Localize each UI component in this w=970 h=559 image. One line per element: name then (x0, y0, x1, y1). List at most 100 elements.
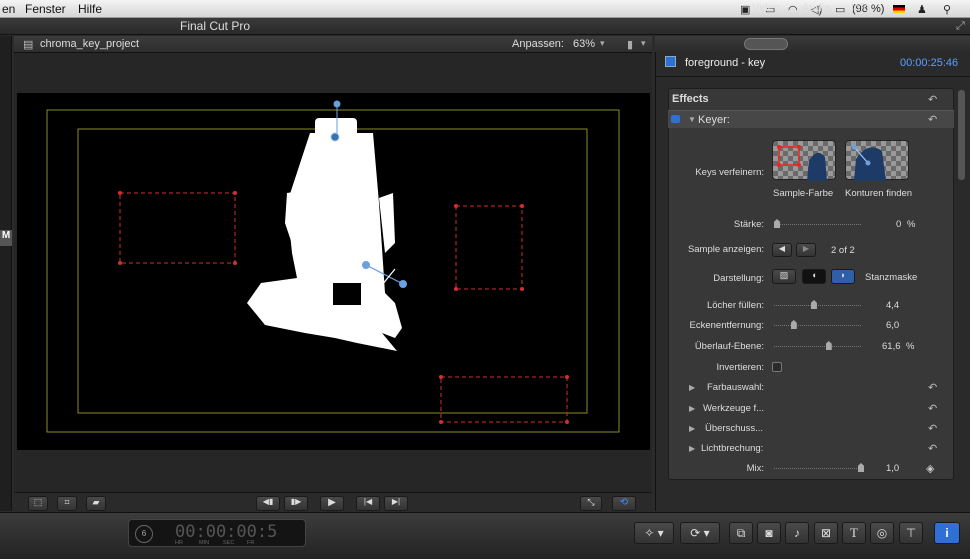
spill-level-unit: % (906, 341, 915, 352)
retime-button[interactable]: ⟳ ▾ (680, 522, 720, 544)
color-selection-group[interactable]: Farbauswahl: (707, 382, 764, 393)
menu-item-help[interactable]: Hilfe (78, 2, 102, 16)
titles-button[interactable]: T (842, 522, 866, 544)
spill-level-label: Überlauf-Ebene: (694, 341, 764, 352)
menu-item-edit[interactable]: en (2, 2, 15, 16)
user-icon[interactable]: ♟ (917, 3, 927, 16)
mix-slider[interactable] (774, 468, 861, 472)
zoom-value[interactable]: 63% (573, 38, 595, 50)
display-original-button[interactable]: ◗ (831, 269, 855, 284)
go-to-end-button[interactable]: ▶| (384, 496, 408, 511)
view-options-icon[interactable]: ▾ (641, 38, 646, 49)
photos-button[interactable]: ◙ (757, 522, 781, 544)
transitions-button[interactable]: ⊠ (814, 522, 838, 544)
tab-info[interactable]: Info (851, 2, 869, 14)
clip-name: foreground - key (685, 57, 766, 69)
screen-icon[interactable]: ▣ (740, 3, 750, 16)
tab-video[interactable]: Video (752, 2, 780, 14)
keyframe-icon[interactable]: ◈ (926, 462, 934, 475)
enhancements-button[interactable]: ✧ ▾ (634, 522, 674, 544)
light-wrap-reset-icon[interactable]: ↶ (928, 442, 937, 455)
edge-handle-end (399, 280, 407, 288)
fullscreen-icon[interactable]: ⤢ (956, 20, 965, 33)
expand-triangle-icon[interactable]: ▶ (689, 383, 695, 392)
mix-value[interactable]: 1,0 (886, 463, 899, 474)
tools-reset-icon[interactable]: ↶ (928, 402, 937, 415)
strength-slider[interactable] (774, 224, 861, 228)
browser-panel (0, 36, 12, 511)
keyer-name: Keyer: (698, 114, 730, 126)
find-edges-label: Konturen finden (845, 188, 913, 199)
loop-button[interactable]: ⟲ (612, 496, 636, 511)
sample-count: 2 of 2 (831, 245, 855, 256)
flag-icon[interactable] (893, 5, 905, 13)
spill-level-slider[interactable] (774, 346, 861, 350)
zoom-label: Anpassen: (512, 38, 564, 50)
dashboard-timecode[interactable]: 6 00:00:00:5 HR MIN SEC FR (128, 519, 306, 547)
find-edges-button[interactable] (845, 140, 909, 181)
go-to-start-button[interactable]: |◀ (356, 496, 380, 511)
jog-forward-button[interactable]: ▮▶ (284, 496, 308, 511)
marker-badge[interactable]: M (0, 230, 12, 246)
edge-distance-label: Eckenentfernung: (689, 320, 764, 331)
strength-value[interactable]: 0 (896, 219, 901, 230)
inspector-scrollbar[interactable] (958, 90, 965, 180)
distort-tool-button[interactable]: ▰ (86, 496, 106, 511)
edge-distance-value[interactable]: 6,0 (886, 320, 899, 331)
wifi-icon[interactable]: ◠ (788, 3, 798, 16)
fill-holes-value[interactable]: 4,4 (886, 300, 899, 311)
invert-label: Invertieren: (716, 362, 764, 373)
sample-color-button[interactable] (772, 140, 836, 181)
sample-show-label: Sample anzeigen: (687, 244, 764, 255)
expand-triangle-icon[interactable]: ▶ (689, 404, 695, 413)
next-sample-button[interactable]: ▶ (796, 243, 816, 257)
music-button[interactable]: ♪ (785, 522, 809, 544)
play-button[interactable]: ▶ (320, 496, 344, 511)
spill-group[interactable]: Überschuss... (705, 423, 763, 434)
menu-item-window[interactable]: Fenster (25, 2, 66, 16)
strength-label: Stärke: (733, 219, 764, 230)
keyer-reset-icon[interactable]: ↶ (928, 113, 937, 126)
crop-tool-button[interactable]: ⌗ (57, 496, 77, 511)
invert-checkbox[interactable] (772, 362, 782, 372)
anchor-handle (330, 132, 340, 142)
tab-audio[interactable]: Audio (802, 2, 830, 14)
jog-back-button[interactable]: ◀▮ (256, 496, 280, 511)
sample-color-label: Sample-Farbe (773, 188, 834, 199)
inspector-button[interactable]: i (934, 522, 960, 544)
tools-group[interactable]: Werkzeuge f... (703, 403, 764, 414)
effects-reset-icon[interactable]: ↶ (928, 93, 937, 106)
generators-button[interactable]: ◎ (870, 522, 894, 544)
display-matte-button[interactable]: ◖ (802, 269, 826, 284)
spill-reset-icon[interactable]: ↶ (928, 422, 937, 435)
strength-unit: % (907, 219, 916, 230)
color-selection-reset-icon[interactable]: ↶ (928, 381, 937, 394)
divider (656, 76, 970, 77)
spill-level-value[interactable]: 61,6 (882, 341, 901, 352)
fill-holes-label: Löcher füllen: (706, 300, 764, 311)
keyed-subject-silhouette (247, 118, 402, 351)
viewer-canvas[interactable] (17, 93, 650, 450)
tc-sec: SEC (223, 540, 235, 546)
themes-button[interactable]: ⊤ (899, 522, 923, 544)
lock-icon[interactable]: ▮ (627, 38, 633, 51)
inspector-tabs (655, 36, 970, 52)
display-mode-label: Stanzmaske (865, 272, 918, 283)
light-wrap-group[interactable]: Lichtbrechung: (701, 443, 763, 454)
app-title: Final Cut Pro (179, 19, 251, 33)
spotlight-icon[interactable]: ⚲ (943, 3, 951, 16)
zoom-dropdown-icon[interactable]: ▾ (600, 38, 605, 49)
fill-holes-slider[interactable] (774, 305, 861, 309)
previous-sample-button[interactable]: ◀ (772, 243, 792, 257)
media-browser-button[interactable]: ⧉ (729, 522, 753, 544)
battery-icon[interactable]: ▭ (835, 3, 845, 16)
keyer-enable-checkbox[interactable] (671, 115, 680, 123)
collapse-triangle-icon[interactable]: ▼ (688, 115, 696, 124)
expand-triangle-icon[interactable]: ▶ (689, 424, 695, 433)
edge-distance-slider[interactable] (774, 325, 861, 329)
effects-label: Effects (672, 93, 709, 105)
fullscreen-view-button[interactable]: ⤡ (580, 496, 602, 511)
display-composite-button[interactable]: ▨ (772, 269, 796, 284)
expand-triangle-icon[interactable]: ▶ (689, 444, 695, 453)
transform-tool-button[interactable]: ⬚ (28, 496, 48, 511)
